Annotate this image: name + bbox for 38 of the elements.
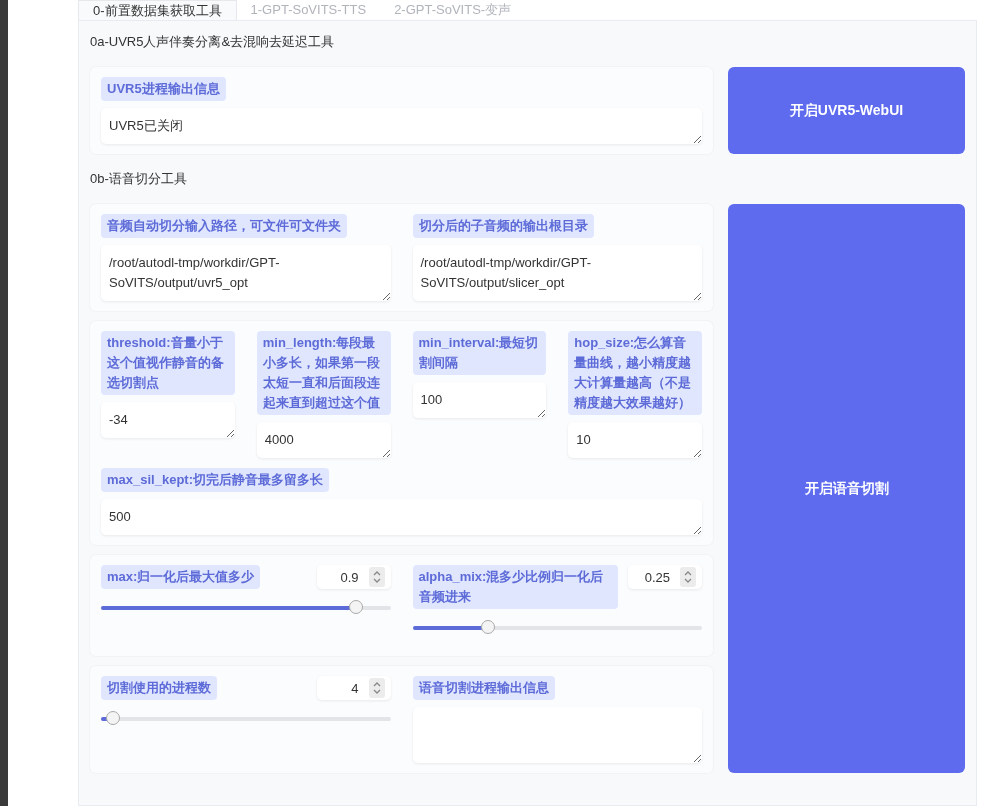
- section-title: 0b-语音切分工具: [90, 170, 188, 188]
- text-field[interactable]: 4000: [256, 422, 391, 458]
- action-button[interactable]: 开启UVR5-WebUI: [728, 67, 965, 154]
- slider[interactable]: [101, 600, 391, 616]
- spinner-icon[interactable]: [368, 678, 385, 698]
- field-label: 音频自动切分输入路径，可文件可文件夹: [101, 214, 347, 238]
- number-field[interactable]: 0.9: [316, 565, 391, 589]
- field-label: 语音切割进程输出信息: [412, 676, 555, 700]
- text-field[interactable]: 10: [568, 422, 702, 458]
- text-field[interactable]: 500: [101, 499, 702, 535]
- field-label: 切分后的子音频的输出根目录: [412, 214, 594, 238]
- field-label: min_interval:最短切割间隔: [412, 331, 547, 375]
- slider-thumb[interactable]: [348, 600, 363, 614]
- section-title: 0a-UVR5人声伴奏分离&去混响去延迟工具: [90, 33, 336, 51]
- field-label: max:归一化后最大值多少: [101, 565, 261, 589]
- text-field[interactable]: [412, 707, 702, 763]
- spinner-icon[interactable]: [368, 567, 385, 587]
- number-field[interactable]: 0.25: [628, 565, 702, 589]
- slider[interactable]: [101, 711, 391, 727]
- field-label: max_sil_kept:切完后静音最多留多长: [101, 468, 329, 492]
- field-label: min_length:每段最小多长，如果第一段太短一直和后面段连起来直到超过这个值: [256, 331, 391, 415]
- field-label: threshold:音量小于这个值视作静音的备选切割点: [101, 331, 235, 395]
- text-field[interactable]: -34: [101, 402, 235, 438]
- text-field[interactable]: /root/autodl-tmp/workdir/GPT-SoVITS/output/slicer_opt: [412, 245, 702, 301]
- number-field[interactable]: 4: [316, 676, 391, 700]
- field-label: 切割使用的进程数: [101, 676, 217, 700]
- spinner-icon[interactable]: [680, 567, 696, 587]
- tab[interactable]: 0-前置数据集获取工具: [78, 0, 237, 20]
- field-label: hop_size:怎么算音量曲线，越小精度越大计算量越高（不是精度越大效果越好）: [568, 331, 702, 415]
- field-label: alpha_mix:混多少比例归一化后音频进来: [412, 565, 618, 609]
- action-button[interactable]: 开启语音切割: [728, 204, 965, 773]
- text-field[interactable]: UVR5已关闭: [101, 108, 702, 144]
- field-label: UVR5进程输出信息: [101, 77, 226, 101]
- slider-thumb[interactable]: [105, 711, 120, 725]
- slider-thumb[interactable]: [480, 620, 495, 634]
- text-field[interactable]: 100: [412, 382, 547, 418]
- slider[interactable]: [412, 620, 702, 636]
- text-field[interactable]: /root/autodl-tmp/workdir/GPT-SoVITS/output/uvr5_opt: [101, 245, 391, 301]
